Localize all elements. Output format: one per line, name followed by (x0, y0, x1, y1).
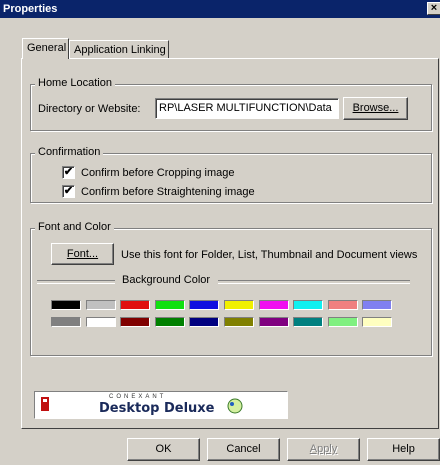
color-swatch[interactable] (293, 317, 323, 327)
background-color-label: Background Color (122, 274, 211, 286)
color-swatch[interactable] (259, 300, 289, 310)
color-swatch[interactable] (224, 300, 254, 310)
tab-general-label: General (27, 42, 67, 54)
logo-brand: Desktop Deluxe (99, 401, 215, 416)
confirm-straightening-label[interactable]: Confirm before Straightening image (81, 186, 255, 198)
tab-general[interactable]: General (22, 38, 69, 59)
home-location-group-label: Home Location (35, 77, 115, 89)
color-swatch[interactable] (362, 300, 392, 310)
confirm-cropping-label[interactable]: Confirm before Cropping image (81, 167, 234, 179)
ok-button[interactable]: OK (127, 438, 200, 461)
logo-banner: CONEXANT Desktop Deluxe (34, 391, 288, 419)
color-swatch[interactable] (86, 300, 116, 310)
help-button-label: Help (392, 443, 415, 455)
color-swatch[interactable] (51, 300, 81, 310)
logo-globe-icon (227, 398, 243, 414)
color-swatch[interactable] (328, 317, 358, 327)
color-swatch[interactable] (155, 300, 185, 310)
apply-button[interactable]: Apply (287, 438, 360, 461)
confirmation-group-label: Confirmation (35, 146, 104, 158)
font-button-label: Font... (66, 248, 99, 260)
close-button[interactable]: × (427, 2, 440, 15)
color-swatch[interactable] (155, 317, 185, 327)
color-swatch[interactable] (328, 300, 358, 310)
color-swatch[interactable] (362, 317, 392, 327)
color-swatch[interactable] (259, 317, 289, 327)
directory-input[interactable]: RP\LASER MULTIFUNCTION\Data (155, 98, 339, 119)
color-swatch[interactable] (86, 317, 116, 327)
color-swatch[interactable] (51, 317, 81, 327)
tab-application-linking[interactable]: Application Linking (69, 40, 169, 59)
title-bar: Properties × (0, 0, 440, 18)
apply-button-label: Apply (309, 443, 338, 455)
color-swatch[interactable] (120, 317, 150, 327)
window-title: Properties (3, 3, 58, 15)
directory-label-text: Directory or Website: (38, 103, 141, 115)
color-swatch[interactable] (224, 317, 254, 327)
background-separator-left (37, 280, 115, 284)
confirm-cropping-checkbox[interactable]: ✔ (62, 166, 75, 179)
directory-label: Directory or Website: (38, 103, 141, 115)
font-button[interactable]: Font... (51, 243, 114, 265)
logo-brand-small: CONEXANT (109, 394, 167, 400)
browse-button-label: Browse... (352, 102, 399, 114)
logo-red-mark-highlight (43, 399, 47, 402)
ok-button-label: OK (155, 443, 172, 455)
logo-globe-detail (230, 402, 234, 406)
color-swatch[interactable] (189, 300, 219, 310)
font-color-group-label: Font and Color (35, 221, 114, 233)
help-button[interactable]: Help (367, 438, 440, 461)
color-swatch[interactable] (189, 317, 219, 327)
browse-button[interactable]: Browse... (343, 97, 408, 120)
background-separator-right (218, 280, 410, 284)
cancel-button-label: Cancel (226, 443, 261, 455)
tab-application-linking-label: Application Linking (74, 44, 166, 56)
confirm-straightening-checkbox[interactable]: ✔ (62, 185, 75, 198)
font-description: Use this font for Folder, List, Thumbnai… (121, 249, 418, 261)
color-swatch[interactable] (120, 300, 150, 310)
color-swatch[interactable] (293, 300, 323, 310)
cancel-button[interactable]: Cancel (207, 438, 280, 461)
